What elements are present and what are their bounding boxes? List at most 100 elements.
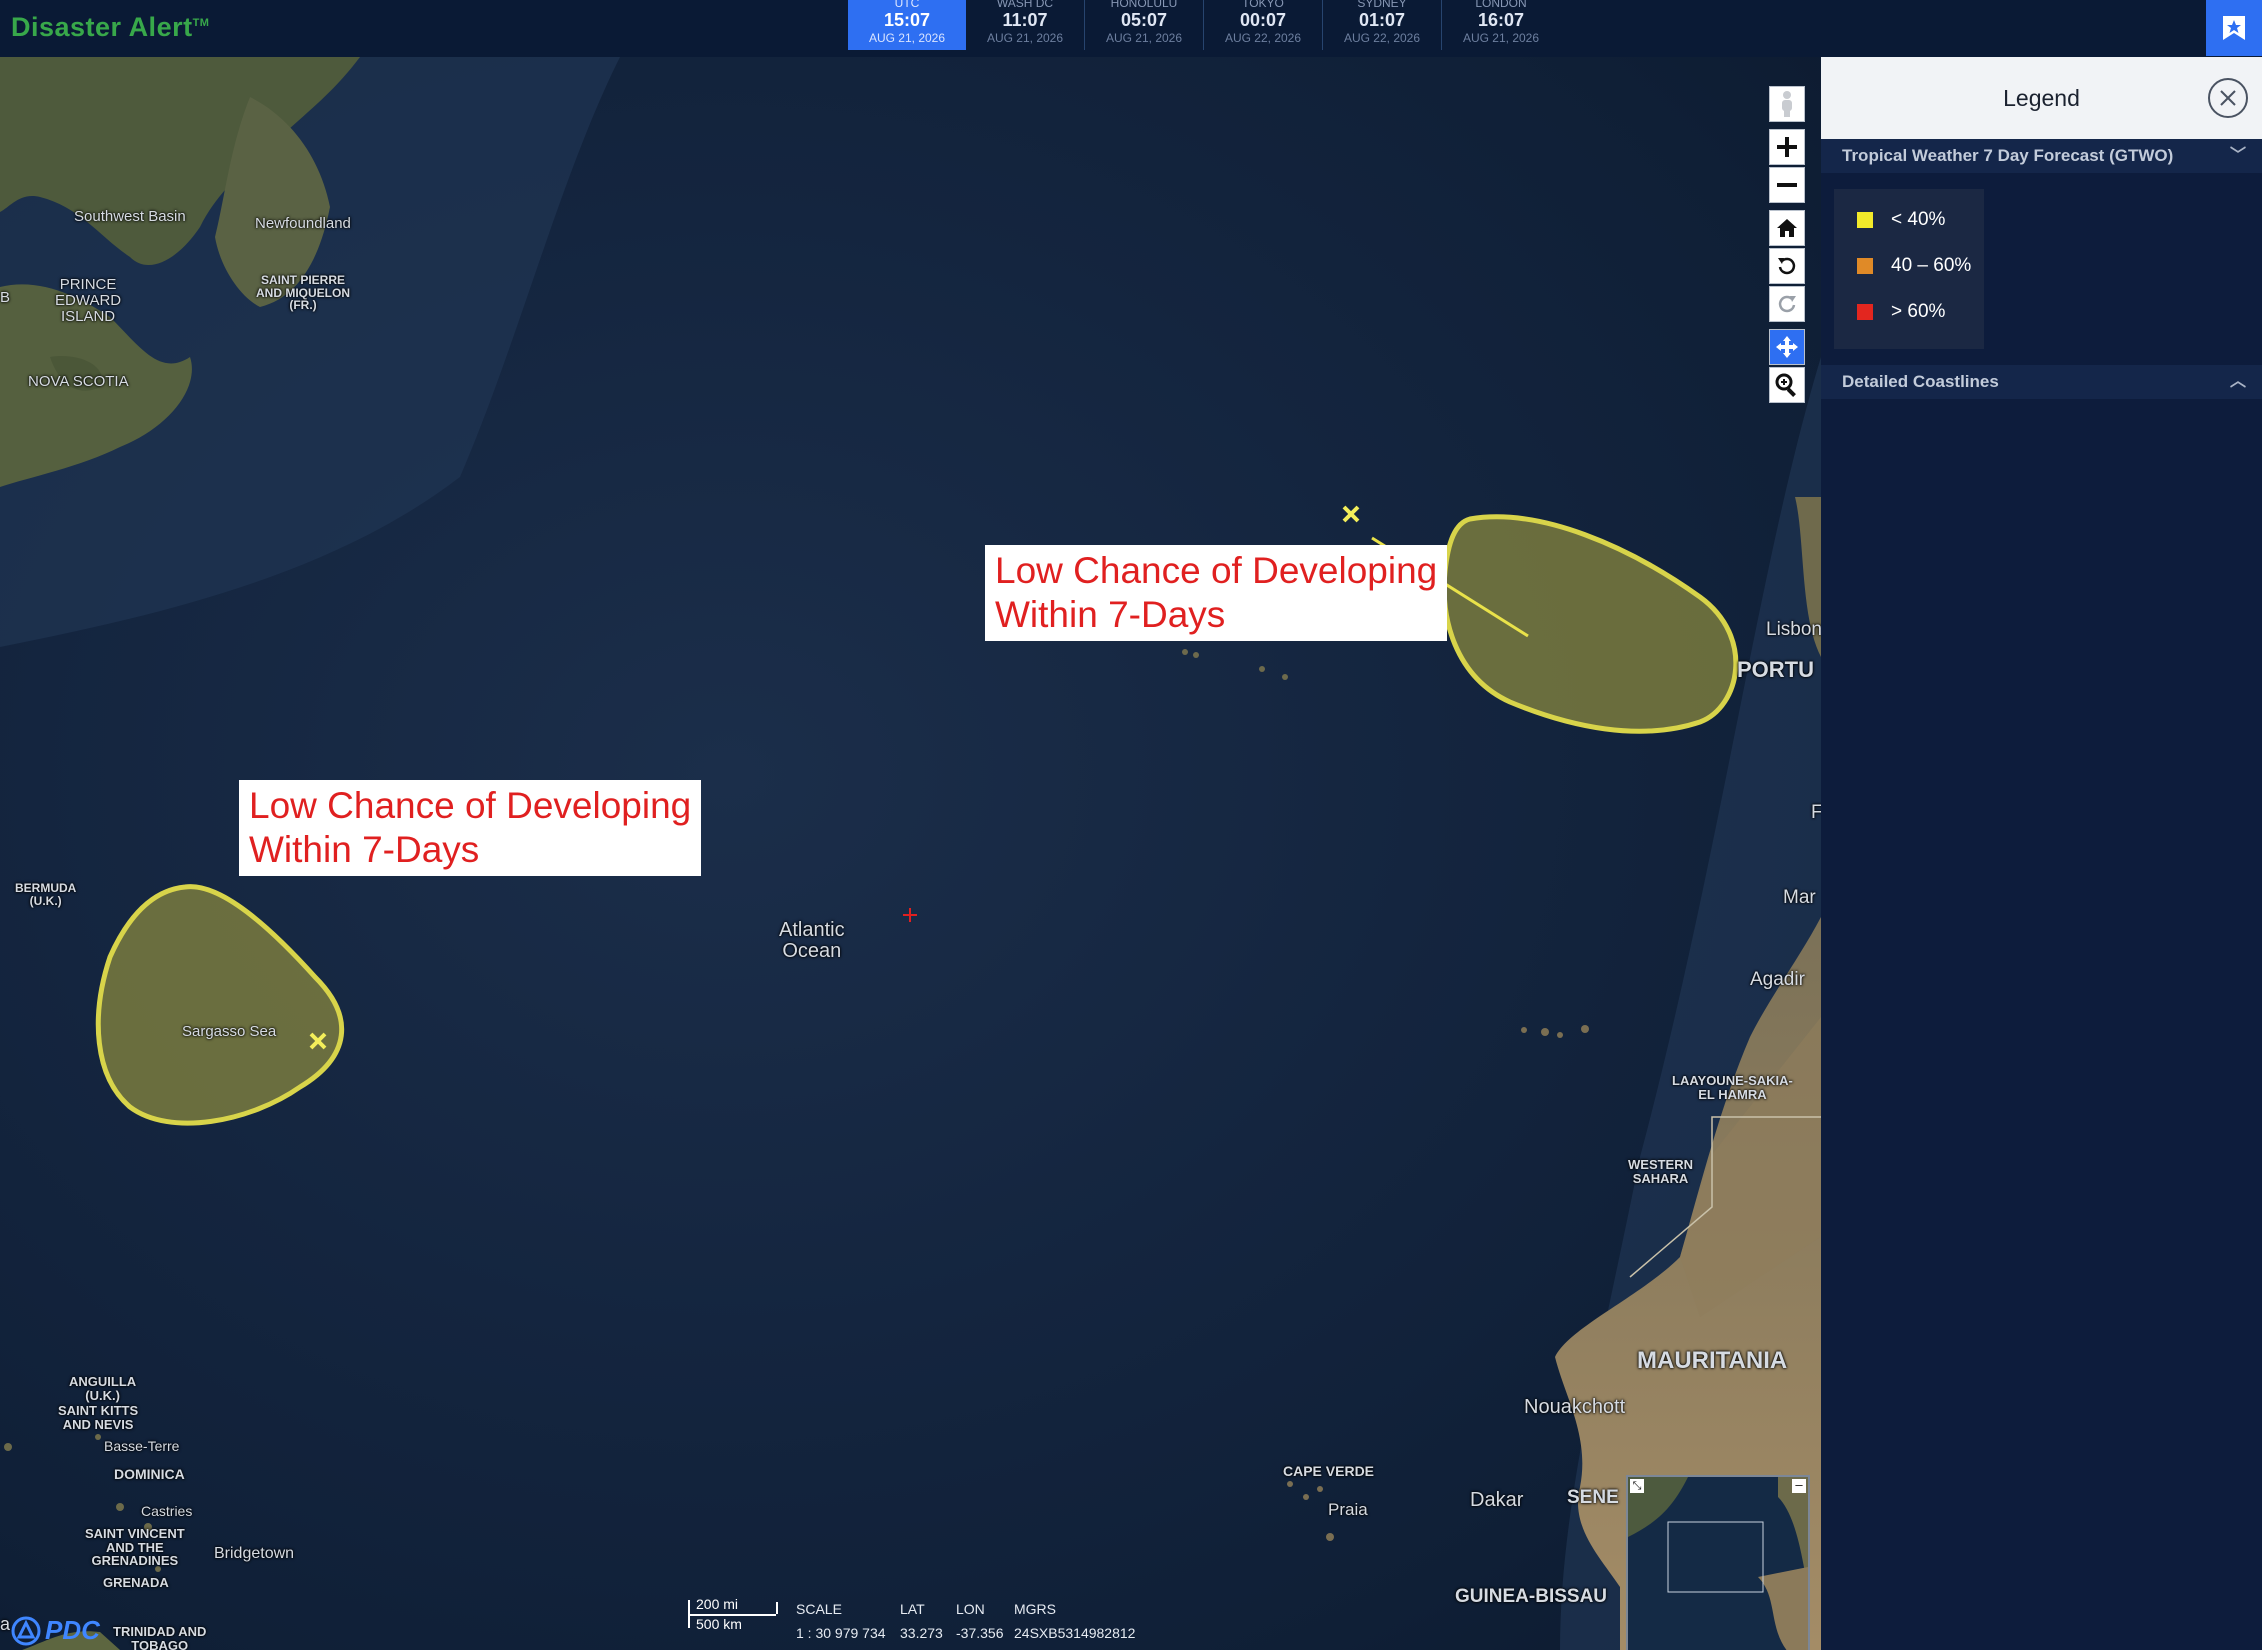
- legend-header: Legend: [1821, 57, 2262, 139]
- home-button[interactable]: [1769, 210, 1805, 246]
- world-clocks: UTC 15:07 AUG 21, 2026 WASH DC 11:07 AUG…: [848, 0, 1560, 50]
- legend-swatch-yellow: [1857, 212, 1873, 228]
- bookmark-star-icon: [2223, 16, 2245, 40]
- forecast-area-east[interactable]: [1441, 514, 1739, 734]
- street-view-button[interactable]: [1769, 86, 1805, 122]
- clock-time: 15:07: [883, 10, 931, 30]
- place-label: Newfoundland: [255, 215, 351, 232]
- place-label: Praia: [1328, 1500, 1368, 1519]
- clock-date: AUG 21, 2026: [868, 31, 946, 45]
- clock-tokyo[interactable]: TOKYO 00:07 AUG 22, 2026: [1204, 0, 1323, 50]
- rotate-right-icon: [1778, 295, 1796, 313]
- zoom-in-button[interactable]: [1769, 129, 1805, 165]
- legend-item-label: 40 – 60%: [1891, 255, 1972, 276]
- place-label: SENE: [1567, 1487, 1619, 1508]
- coord-label-lon: LON: [956, 1601, 985, 1617]
- place-label: PORTU: [1737, 657, 1814, 682]
- clock-utc[interactable]: UTC 15:07 AUG 21, 2026: [848, 0, 966, 50]
- chevron-up-icon: ︿: [2229, 373, 2246, 390]
- place-label: Castries: [141, 1503, 193, 1519]
- clock-city: LONDON: [1475, 0, 1527, 10]
- overview-map-layer: [1628, 1477, 1808, 1650]
- rotate-left-button[interactable]: [1769, 248, 1805, 284]
- bookmark-button[interactable]: [2206, 0, 2262, 56]
- disturbance-x-icon[interactable]: [1342, 505, 1360, 523]
- pan-button[interactable]: [1769, 329, 1805, 365]
- pdc-logo-icon: [11, 1616, 41, 1645]
- place-label: SAINT KITTS AND NEVIS: [58, 1403, 139, 1432]
- legend-item-label: < 40%: [1891, 209, 1946, 230]
- plus-icon: [1777, 137, 1797, 157]
- rotate-left-icon: [1778, 257, 1796, 275]
- clock-date: AUG 21, 2026: [1462, 31, 1540, 45]
- clock-honolulu[interactable]: HONOLULU 05:07 AUG 21, 2026: [1085, 0, 1204, 50]
- coord-label-scale: SCALE: [796, 1601, 842, 1617]
- map-canvas[interactable]: Southwest Basin Newfoundland SAINT PIERR…: [0, 57, 1821, 1650]
- place-label: LAAYOUNE-SAKIA- EL HAMRA: [1672, 1073, 1793, 1102]
- close-legend-button[interactable]: [2208, 78, 2248, 118]
- legend-panel: Legend Tropical Weather 7 Day Forecast (…: [1821, 57, 2262, 1650]
- place-label: Lisbon: [1766, 619, 1821, 640]
- place-label: Dakar: [1470, 1489, 1524, 1511]
- place-label: BERMUDA (U.K.): [15, 881, 77, 908]
- legend-section-gtwo[interactable]: Tropical Weather 7 Day Forecast (GTWO) ﹀: [1821, 139, 2262, 173]
- place-label: Southwest Basin: [74, 208, 186, 225]
- place-label: CAPE VERDE: [1283, 1463, 1375, 1479]
- legend-section-title: Tropical Weather 7 Day Forecast (GTWO): [1842, 146, 2174, 165]
- overview-map[interactable]: ⤡ –: [1626, 1475, 1810, 1650]
- overview-collapse-icon[interactable]: –: [1792, 1478, 1806, 1493]
- scale-bar-km: 500 km: [696, 1616, 742, 1632]
- place-label: TRINIDAD AND TOBAGO: [113, 1624, 207, 1650]
- place-label: B: [0, 289, 11, 306]
- place-label: ANGUILLA (U.K.): [69, 1374, 137, 1403]
- coord-value-mgrs: 24SXB5314982812: [1014, 1625, 1136, 1641]
- clock-time: 16:07: [1477, 10, 1525, 30]
- clock-time: 11:07: [1002, 10, 1048, 30]
- place-label: DOMINICA: [114, 1466, 185, 1482]
- pdc-logo: PDC: [11, 1615, 100, 1646]
- place-label: SAINT VINCENT AND THE GRENADINES: [85, 1526, 185, 1569]
- forecast-area-west[interactable]: [95, 884, 345, 1126]
- person-icon: [1782, 91, 1792, 117]
- clock-time: 01:07: [1358, 10, 1406, 30]
- coord-value-lat: 33.273: [900, 1625, 943, 1641]
- clock-time: 00:07: [1239, 10, 1287, 30]
- legend-item-label: > 60%: [1891, 301, 1946, 322]
- clock-london[interactable]: LONDON 16:07 AUG 21, 2026: [1442, 0, 1560, 50]
- legend-item: < 40%: [1834, 197, 1984, 243]
- minus-icon: [1777, 183, 1797, 187]
- forecast-callout: Low Chance of Developing Within 7-Days: [985, 545, 1448, 641]
- zoom-out-button[interactable]: [1769, 167, 1805, 203]
- clock-date: AUG 21, 2026: [986, 31, 1064, 45]
- legend-swatch-red: [1857, 304, 1873, 320]
- place-label: GUINEA-BISSAU: [1455, 1586, 1608, 1607]
- clock-wash-dc[interactable]: WASH DC 11:07 AUG 21, 2026: [966, 0, 1085, 50]
- place-label: Atlantic Ocean: [779, 919, 845, 962]
- legend-items: < 40% 40 – 60% > 60%: [1834, 189, 1984, 349]
- clock-city: WASH DC: [996, 0, 1054, 10]
- legend-item: 40 – 60%: [1834, 243, 1984, 289]
- place-label: MAURITANIA: [1637, 1347, 1788, 1374]
- rotate-right-button[interactable]: [1769, 286, 1805, 322]
- place-label: F: [1811, 802, 1821, 823]
- coordinate-readout: SCALE LAT LON MGRS 1 : 30 979 734 33.273…: [796, 1601, 1151, 1641]
- place-label: WESTERN SAHARA: [1628, 1157, 1693, 1186]
- place-label: a: [0, 1614, 11, 1634]
- legend-section-coastlines[interactable]: Detailed Coastlines ︿: [1821, 365, 2262, 399]
- pdc-logo-text: PDC: [45, 1615, 100, 1645]
- app-logo[interactable]: Disaster AlertTM: [11, 12, 209, 43]
- place-label: SAINT PIERRE AND MIQUELON (FR.): [256, 273, 350, 313]
- chevron-down-icon: ﹀: [2229, 147, 2246, 164]
- clock-date: AUG 22, 2026: [1224, 31, 1302, 45]
- top-bar: Disaster AlertTM UTC 15:07 AUG 21, 2026 …: [0, 0, 2262, 58]
- zoom-box-button[interactable]: [1769, 367, 1805, 403]
- clock-date: AUG 21, 2026: [1105, 31, 1183, 45]
- overview-expand-icon[interactable]: ⤡: [1630, 1479, 1644, 1493]
- home-icon: [1777, 219, 1797, 237]
- place-label: Bridgetown: [214, 1545, 295, 1562]
- pan-arrows-icon: [1776, 336, 1798, 358]
- clock-city: TOKYO: [1242, 0, 1284, 10]
- clock-sydney[interactable]: SYDNEY 01:07 AUG 22, 2026: [1323, 0, 1442, 50]
- clock-date: AUG 22, 2026: [1343, 31, 1421, 45]
- place-label: Mar: [1783, 887, 1816, 908]
